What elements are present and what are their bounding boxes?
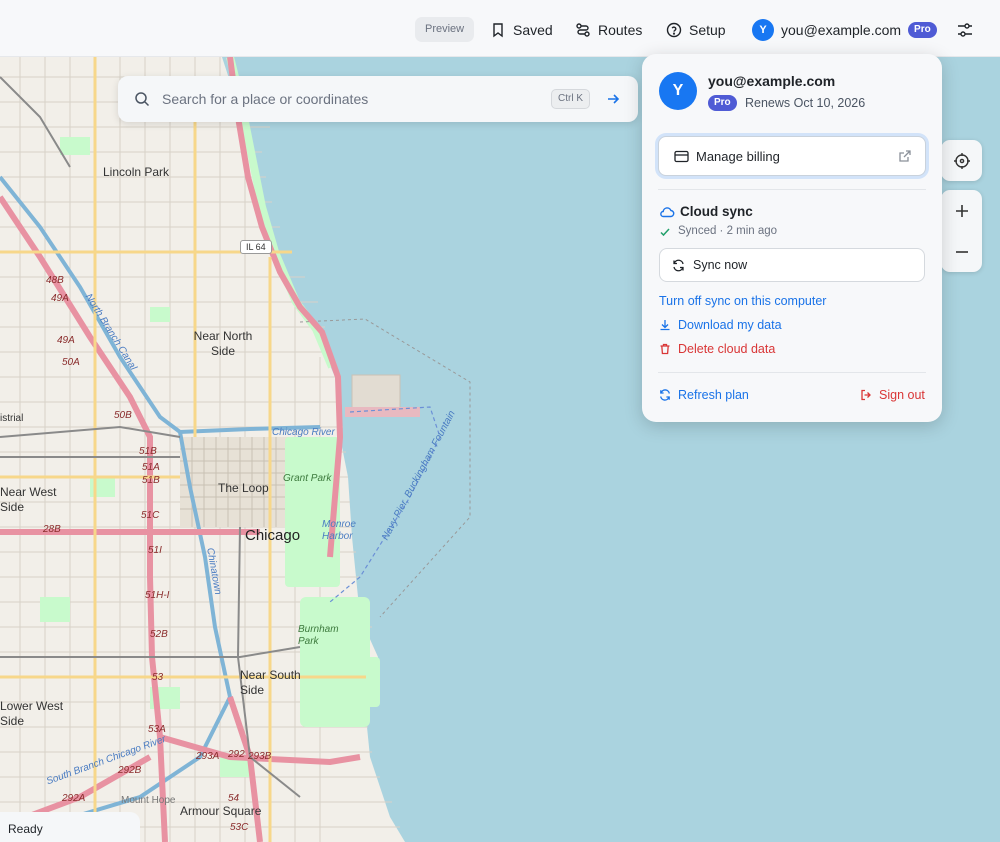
account-email: you@example.com — [781, 21, 902, 38]
cloud-sync-title: Cloud sync — [680, 204, 753, 219]
map-label-chicago-river: Chicago River — [272, 427, 335, 438]
map-label-grant-park: Grant Park — [283, 473, 332, 484]
exit-label: 51B — [142, 475, 160, 486]
refresh-plan-link[interactable]: Refresh plan — [659, 388, 749, 402]
exit-label: 50B — [114, 410, 132, 421]
map-label-the-loop: The Loop — [218, 481, 269, 495]
sliders-icon[interactable] — [955, 20, 975, 40]
search-bar: Ctrl K — [118, 76, 638, 122]
delete-cloud-data-label: Delete cloud data — [678, 342, 776, 356]
saved-label: Saved — [513, 21, 553, 38]
exit-label: 51C — [141, 510, 160, 521]
exit-label: 48B — [46, 275, 64, 286]
locate-control — [941, 140, 982, 181]
popover-email: you@example.com — [708, 73, 836, 89]
renewal-date: Renews Oct 10, 2026 — [745, 96, 866, 110]
cloud-icon — [660, 207, 675, 218]
preview-badge: Preview — [415, 17, 475, 42]
exit-label: 292A — [62, 793, 86, 804]
plan-badge: Pro — [708, 95, 737, 111]
zoom-out-button[interactable] — [941, 231, 982, 272]
exit-label: 49A — [51, 293, 69, 304]
sync-now-button[interactable]: Sync now — [659, 248, 925, 282]
search-input[interactable] — [162, 87, 542, 111]
minus-icon — [955, 250, 968, 253]
crosshair-icon — [953, 152, 970, 169]
bookmark-icon — [493, 22, 503, 37]
exit-label: 51B — [139, 446, 157, 457]
exit-label: 53 — [152, 672, 164, 683]
exit-label: 51H-I — [145, 590, 170, 601]
sign-out-link[interactable]: Sign out — [860, 388, 925, 402]
top-bar: Preview Saved Routes Setup Y you@example… — [0, 0, 1000, 57]
map-label-burnham-park: Burnham Park — [298, 624, 339, 647]
manage-billing-label: Manage billing — [696, 149, 780, 164]
plus-icon — [955, 204, 968, 217]
exit-label: 52B — [150, 629, 168, 640]
sign-out-label: Sign out — [879, 388, 925, 402]
divider — [658, 372, 926, 373]
sync-status: Synced · 2 min ago — [678, 225, 778, 237]
routes-button[interactable]: Routes — [575, 17, 642, 42]
check-icon — [660, 228, 670, 237]
map-label-near-south-side: Near South Side — [240, 668, 301, 697]
map-label-monroe-harbor: Monroe Harbor — [322, 519, 356, 542]
status-bar: Ready — [0, 812, 140, 842]
manage-billing-button[interactable]: Manage billing — [658, 136, 926, 176]
exit-label: 50A — [62, 357, 80, 368]
trash-icon — [660, 343, 670, 355]
map-label-industrial: istrial — [0, 413, 24, 424]
map-label-near-west-side: Near West Side — [0, 485, 57, 514]
map-label-chicago: Chicago — [245, 527, 301, 544]
setup-label: Setup — [689, 21, 726, 38]
download-icon — [660, 320, 670, 331]
exit-label: 53A — [148, 724, 166, 735]
zoom-in-button[interactable] — [941, 190, 982, 231]
avatar: Y — [752, 18, 774, 41]
locate-button[interactable] — [941, 140, 982, 181]
exit-label: 54 — [228, 793, 240, 804]
status-text: Ready — [8, 822, 43, 836]
exit-label: 51A — [142, 462, 160, 473]
divider — [658, 189, 926, 190]
map-label-near-north-side: Near North Side — [193, 329, 253, 358]
sync-now-label: Sync now — [693, 258, 748, 272]
pro-badge: Pro — [908, 21, 937, 38]
download-data-link[interactable]: Download my data — [659, 318, 782, 332]
route-shield-il64: IL 64 — [240, 240, 272, 254]
turn-off-sync-link[interactable]: Turn off sync on this computer — [659, 294, 826, 308]
map-label-mount-hope: Mount Hope — [121, 795, 176, 806]
refresh-plan-label: Refresh plan — [678, 388, 749, 402]
avatar: Y — [659, 72, 697, 110]
search-icon — [135, 92, 150, 107]
sign-out-icon — [861, 389, 871, 401]
account-menu-button[interactable]: Y you@example.com Pro — [752, 17, 937, 42]
exit-label: 293B — [248, 751, 272, 762]
saved-button[interactable]: Saved — [490, 17, 553, 42]
external-link-icon — [899, 150, 911, 162]
setup-button[interactable]: Setup — [666, 17, 726, 42]
exit-label: 293A — [196, 751, 220, 762]
arrow-right-icon[interactable] — [604, 90, 622, 108]
map-label-lincoln-park: Lincoln Park — [103, 165, 170, 179]
exit-label: 51I — [148, 545, 162, 556]
exit-label: 49A — [57, 335, 75, 346]
zoom-control — [941, 190, 982, 272]
map-label-lower-west-side: Lower West Side — [0, 699, 64, 728]
download-data-label: Download my data — [678, 318, 782, 332]
route-icon — [576, 22, 590, 37]
exit-label: 28B — [43, 524, 61, 535]
credit-card-icon — [674, 150, 689, 163]
exit-label: 292B — [118, 765, 142, 776]
account-popover: Y you@example.com Pro Renews Oct 10, 202… — [642, 54, 942, 422]
help-circle-icon — [666, 22, 682, 37]
exit-label: 53C — [230, 822, 249, 833]
routes-label: Routes — [598, 21, 643, 38]
refresh-icon — [660, 389, 670, 401]
keyboard-shortcut-hint: Ctrl K — [551, 89, 590, 109]
map-label-armour-square: Armour Square — [180, 804, 262, 818]
exit-label: 292 — [228, 749, 245, 760]
refresh-icon — [673, 259, 684, 272]
delete-cloud-data-link[interactable]: Delete cloud data — [659, 342, 775, 356]
